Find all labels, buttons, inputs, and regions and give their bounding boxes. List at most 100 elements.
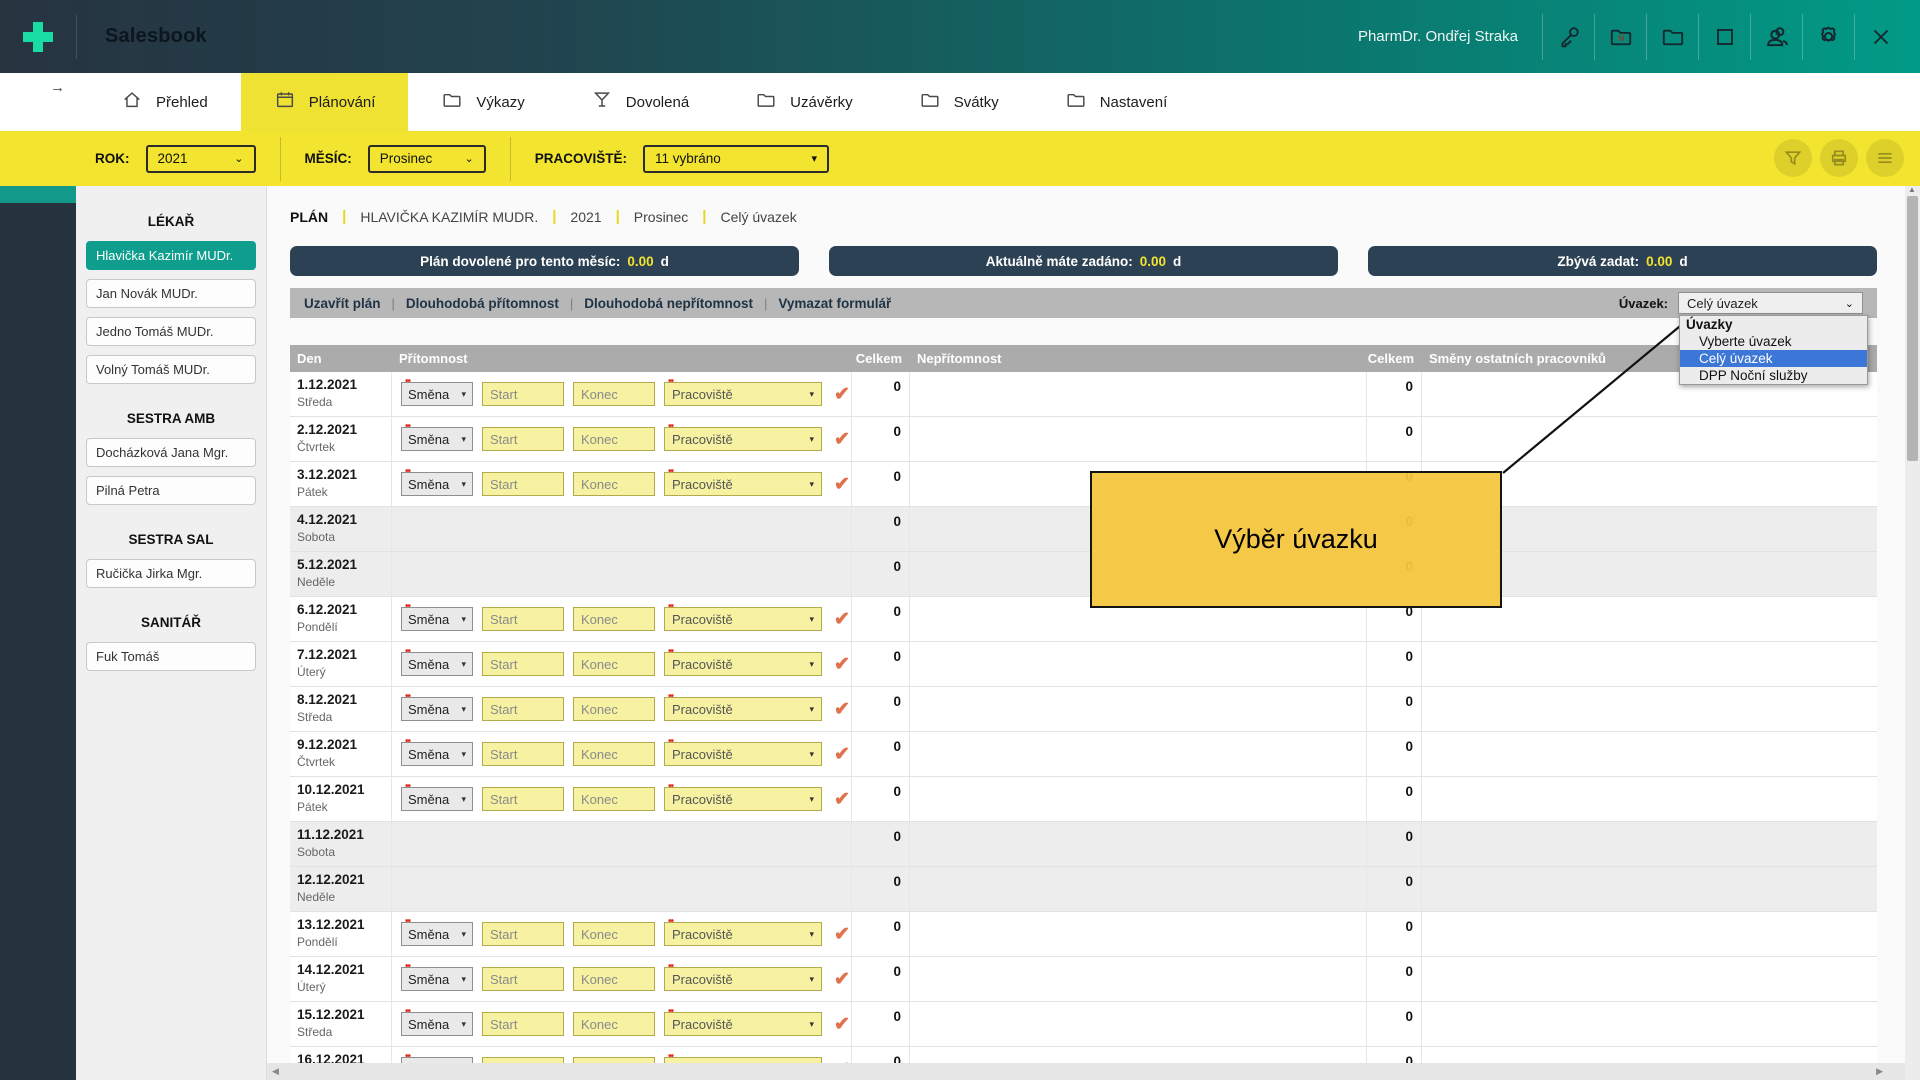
- tab-svátky[interactable]: Svátky: [886, 73, 1032, 131]
- folder-icon[interactable]: [1646, 14, 1698, 60]
- printer-icon[interactable]: [1820, 139, 1858, 177]
- start-input[interactable]: Start: [482, 427, 564, 451]
- scroll-right-icon[interactable]: ▶: [1876, 1066, 1883, 1077]
- start-input[interactable]: Start: [482, 382, 564, 406]
- tab-nastavení[interactable]: Nastavení: [1032, 73, 1201, 131]
- sidebar-item-pilná[interactable]: Pilná Petra: [86, 476, 256, 505]
- pracoviste-row-select[interactable]: Pracoviště▾: [664, 697, 822, 721]
- pracoviste-row-select[interactable]: Pracoviště▾: [664, 382, 822, 406]
- users-icon[interactable]: [1750, 14, 1802, 60]
- start-input[interactable]: Start: [482, 472, 564, 496]
- smena-select[interactable]: Směna▾: [401, 697, 473, 721]
- dropdown-option[interactable]: Vyberte úvazek: [1680, 333, 1867, 350]
- smena-select[interactable]: Směna▾: [401, 652, 473, 676]
- horizontal-scrollbar[interactable]: ◀ ▶: [267, 1063, 1905, 1080]
- close-icon[interactable]: [1854, 14, 1906, 60]
- key-icon[interactable]: [1542, 14, 1594, 60]
- konec-input[interactable]: Konec: [573, 1012, 655, 1036]
- toolbar-action-3[interactable]: Dlouhodobá nepřítomnost: [584, 296, 753, 311]
- scroll-up-icon[interactable]: ▲: [1908, 185, 1916, 194]
- sidebar-item-hlavička[interactable]: Hlavička Kazimír MUDr.: [86, 241, 256, 270]
- tab-dovolená[interactable]: Dovolená: [558, 73, 722, 131]
- pracoviste-row-select[interactable]: Pracoviště▾: [664, 787, 822, 811]
- square-icon[interactable]: [1698, 14, 1750, 60]
- sidebar-item-jan[interactable]: Jan Novák MUDr.: [86, 279, 256, 308]
- confirm-check-icon[interactable]: ✔: [834, 788, 850, 811]
- konec-input[interactable]: Konec: [573, 382, 655, 406]
- rok-select[interactable]: 2021⌄: [146, 145, 256, 173]
- folder-n-icon[interactable]: N: [1594, 14, 1646, 60]
- sidebar-item-docházková[interactable]: Docházková Jana Mgr.: [86, 438, 256, 467]
- confirm-check-icon[interactable]: ✔: [834, 653, 850, 676]
- smena-select[interactable]: Směna▾: [401, 427, 473, 451]
- pracoviste-row-select[interactable]: Pracoviště▾: [664, 472, 822, 496]
- konec-input[interactable]: Konec: [573, 922, 655, 946]
- confirm-check-icon[interactable]: ✔: [834, 743, 850, 766]
- start-input[interactable]: Start: [482, 607, 564, 631]
- pracoviste-row-select[interactable]: Pracoviště▾: [664, 427, 822, 451]
- tab-přehled[interactable]: Přehled: [88, 73, 241, 131]
- smena-select[interactable]: Směna▾: [401, 922, 473, 946]
- start-input[interactable]: Start: [482, 1012, 564, 1036]
- toolbar-action-1[interactable]: Uzavřít plán: [304, 296, 381, 311]
- menu-icon[interactable]: [1866, 139, 1904, 177]
- smena-select[interactable]: Směna▾: [401, 472, 473, 496]
- pracoviste-row-select[interactable]: Pracoviště▾: [664, 742, 822, 766]
- pracoviste-row-select[interactable]: Pracoviště▾: [664, 1012, 822, 1036]
- collapse-arrow-icon[interactable]: →: [50, 79, 65, 96]
- toolbar-action-2[interactable]: Dlouhodobá přítomnost: [406, 296, 559, 311]
- konec-input[interactable]: Konec: [573, 967, 655, 991]
- gear-icon[interactable]: [1802, 14, 1854, 60]
- start-input[interactable]: Start: [482, 652, 564, 676]
- tab-plánování[interactable]: Plánování: [241, 73, 409, 131]
- smena-select[interactable]: Směna▾: [401, 1012, 473, 1036]
- konec-input[interactable]: Konec: [573, 787, 655, 811]
- pracoviste-row-select[interactable]: Pracoviště▾: [664, 967, 822, 991]
- sidebar-item-volný[interactable]: Volný Tomáš MUDr.: [86, 355, 256, 384]
- confirm-check-icon[interactable]: ✔: [834, 428, 850, 451]
- smena-select[interactable]: Směna▾: [401, 382, 473, 406]
- confirm-check-icon[interactable]: ✔: [834, 968, 850, 991]
- tab-výkazy[interactable]: Výkazy: [408, 73, 557, 131]
- confirm-check-icon[interactable]: ✔: [834, 473, 850, 496]
- start-input[interactable]: Start: [482, 967, 564, 991]
- toolbar-action-4[interactable]: Vymazat formulář: [778, 296, 891, 311]
- smena-select[interactable]: Směna▾: [401, 607, 473, 631]
- konec-input[interactable]: Konec: [573, 427, 655, 451]
- filter-icon[interactable]: [1774, 139, 1812, 177]
- uvazek-select[interactable]: Celý úvazek ⌄: [1678, 292, 1863, 314]
- confirm-check-icon[interactable]: ✔: [834, 1013, 850, 1036]
- pracoviste-row-select[interactable]: Pracoviště▾: [664, 922, 822, 946]
- konec-input[interactable]: Konec: [573, 742, 655, 766]
- smena-select[interactable]: Směna▾: [401, 967, 473, 991]
- tab-uzávěrky[interactable]: Uzávěrky: [722, 73, 886, 131]
- dropdown-option[interactable]: DPP Noční služby: [1680, 367, 1867, 384]
- konec-input[interactable]: Konec: [573, 472, 655, 496]
- konec-input[interactable]: Konec: [573, 697, 655, 721]
- smena-select[interactable]: Směna▾: [401, 787, 473, 811]
- start-input[interactable]: Start: [482, 742, 564, 766]
- presence-cell: Směna▾ Start Konec Pracoviště▾ ✔: [392, 1002, 852, 1046]
- sidebar-item-ručička[interactable]: Ručička Jirka Mgr.: [86, 559, 256, 588]
- confirm-check-icon[interactable]: ✔: [834, 923, 850, 946]
- sidebar-item-jedno[interactable]: Jedno Tomáš MUDr.: [86, 317, 256, 346]
- confirm-check-icon[interactable]: ✔: [834, 383, 850, 406]
- pracoviste-row-select[interactable]: Pracoviště▾: [664, 607, 822, 631]
- start-input[interactable]: Start: [482, 922, 564, 946]
- vertical-scrollbar[interactable]: ▲: [1905, 186, 1920, 1080]
- sidebar-item-fuk[interactable]: Fuk Tomáš: [86, 642, 256, 671]
- dropdown-option[interactable]: Celý úvazek: [1680, 350, 1867, 367]
- scroll-left-icon[interactable]: ◀: [272, 1066, 279, 1077]
- mesic-select[interactable]: Prosinec⌄: [368, 145, 486, 173]
- start-input[interactable]: Start: [482, 697, 564, 721]
- konec-input[interactable]: Konec: [573, 607, 655, 631]
- app-logo[interactable]: [0, 0, 76, 73]
- start-input[interactable]: Start: [482, 787, 564, 811]
- confirm-check-icon[interactable]: ✔: [834, 698, 850, 721]
- pracoviste-row-select[interactable]: Pracoviště▾: [664, 652, 822, 676]
- konec-input[interactable]: Konec: [573, 652, 655, 676]
- pracoviste-select[interactable]: 11 vybráno▾: [643, 145, 829, 173]
- confirm-check-icon[interactable]: ✔: [834, 608, 850, 631]
- vertical-scroll-thumb[interactable]: [1907, 196, 1918, 461]
- smena-select[interactable]: Směna▾: [401, 742, 473, 766]
